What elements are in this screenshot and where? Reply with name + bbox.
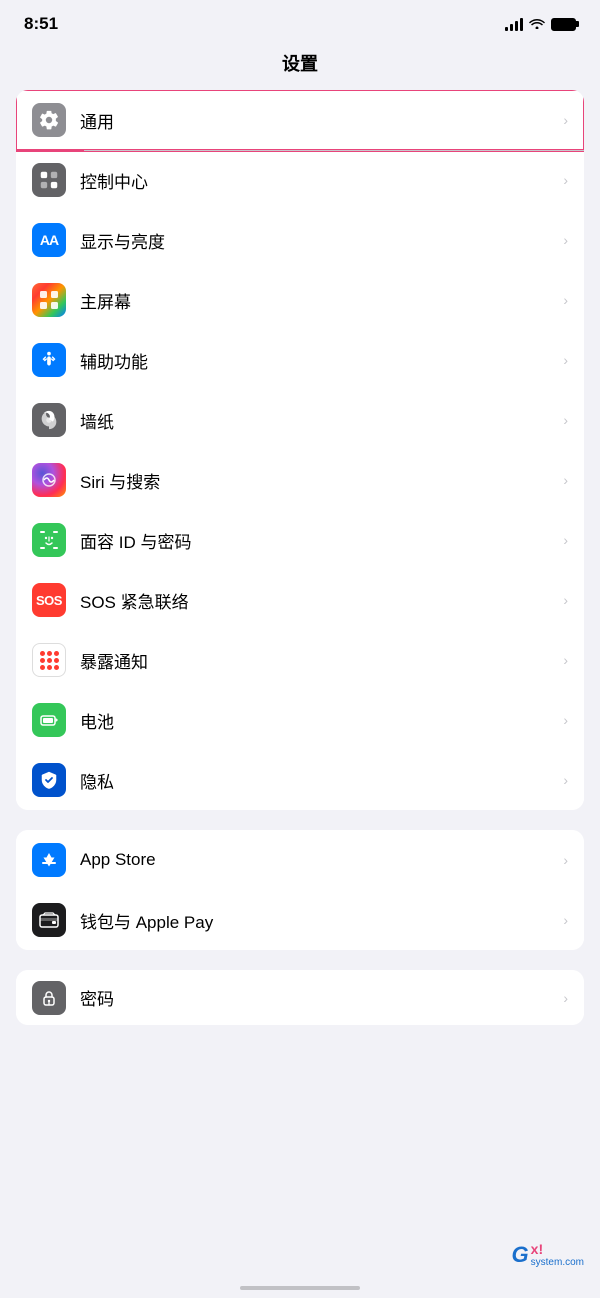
settings-item-accessibility[interactable]: 辅助功能 › [16, 330, 584, 390]
settings-item-faceid[interactable]: 面容 ID 与密码 › [16, 510, 584, 570]
home-screen-label: 主屏幕 [80, 288, 555, 313]
settings-group-1: 通用 › 控制中心 › AA 显示与亮度 › [16, 90, 584, 810]
exposure-icon [32, 643, 66, 677]
settings-item-general[interactable]: 通用 › [16, 90, 584, 150]
settings-item-appstore[interactable]: App Store › [16, 830, 584, 890]
faceid-label: 面容 ID 与密码 [80, 528, 555, 553]
status-bar: 8:51 [0, 0, 600, 42]
appstore-label: App Store [80, 850, 555, 870]
chevron-icon: › [563, 232, 568, 248]
watermark-g: G [512, 1242, 529, 1268]
chevron-icon: › [563, 412, 568, 428]
general-label: 通用 [80, 108, 555, 133]
chevron-icon: › [563, 912, 568, 928]
settings-item-display[interactable]: AA 显示与亮度 › [16, 210, 584, 270]
chevron-icon: › [563, 112, 568, 128]
watermark-site: system.com [531, 1257, 584, 1268]
signal-icon [505, 17, 523, 31]
status-icons [505, 16, 576, 32]
settings-item-home-screen[interactable]: 主屏幕 › [16, 270, 584, 330]
settings-item-privacy[interactable]: 隐私 › [16, 750, 584, 810]
settings-item-sos[interactable]: SOS SOS 紧急联络 › [16, 570, 584, 630]
settings-item-control-center[interactable]: 控制中心 › [16, 150, 584, 210]
battery-label: 电池 [80, 708, 555, 733]
chevron-icon: › [563, 532, 568, 548]
sos-label: SOS 紧急联络 [80, 588, 555, 613]
display-label: 显示与亮度 [80, 228, 555, 253]
settings-item-exposure[interactable]: 暴露通知 › [16, 630, 584, 690]
wifi-icon [529, 16, 545, 32]
privacy-label: 隐私 [80, 768, 555, 793]
privacy-icon [32, 763, 66, 797]
chevron-icon: › [563, 592, 568, 608]
chevron-icon: › [563, 852, 568, 868]
password-icon [32, 981, 66, 1015]
settings-group-3: 密码 › [16, 970, 584, 1025]
chevron-icon: › [563, 472, 568, 488]
settings-item-wallet[interactable]: 钱包与 Apple Pay › [16, 890, 584, 950]
chevron-icon: › [563, 652, 568, 668]
chevron-icon: › [563, 990, 568, 1006]
watermark-xi: x! [531, 1242, 584, 1257]
chevron-icon: › [563, 292, 568, 308]
chevron-icon: › [563, 352, 568, 368]
chevron-icon: › [563, 712, 568, 728]
siri-icon [32, 463, 66, 497]
control-center-label: 控制中心 [80, 168, 555, 193]
wallpaper-icon [32, 403, 66, 437]
settings-item-passwords[interactable]: 密码 › [16, 970, 584, 1025]
faceid-icon [32, 523, 66, 557]
chevron-icon: › [563, 772, 568, 788]
siri-label: Siri 与搜索 [80, 468, 555, 493]
display-icon: AA [32, 223, 66, 257]
sos-icon: SOS [32, 583, 66, 617]
page-title: 设置 [0, 42, 600, 90]
wallpaper-label: 墙纸 [80, 408, 555, 433]
home-screen-icon [32, 283, 66, 317]
battery-icon [551, 18, 576, 31]
accessibility-label: 辅助功能 [80, 348, 555, 373]
watermark: G x! system.com [512, 1242, 584, 1268]
appstore-icon [32, 843, 66, 877]
battery-settings-icon [32, 703, 66, 737]
chevron-icon: › [563, 172, 568, 188]
wallet-label: 钱包与 Apple Pay [80, 908, 555, 933]
status-time: 8:51 [24, 14, 58, 34]
settings-item-siri[interactable]: Siri 与搜索 › [16, 450, 584, 510]
settings-item-battery[interactable]: 电池 › [16, 690, 584, 750]
passwords-label: 密码 [80, 985, 555, 1010]
wallet-icon [32, 903, 66, 937]
control-center-icon [32, 163, 66, 197]
settings-group-2: App Store › 钱包与 Apple Pay › [16, 830, 584, 950]
gear-icon [32, 103, 66, 137]
home-indicator [240, 1286, 360, 1290]
accessibility-icon [32, 343, 66, 377]
exposure-label: 暴露通知 [80, 648, 555, 673]
settings-item-wallpaper[interactable]: 墙纸 › [16, 390, 584, 450]
